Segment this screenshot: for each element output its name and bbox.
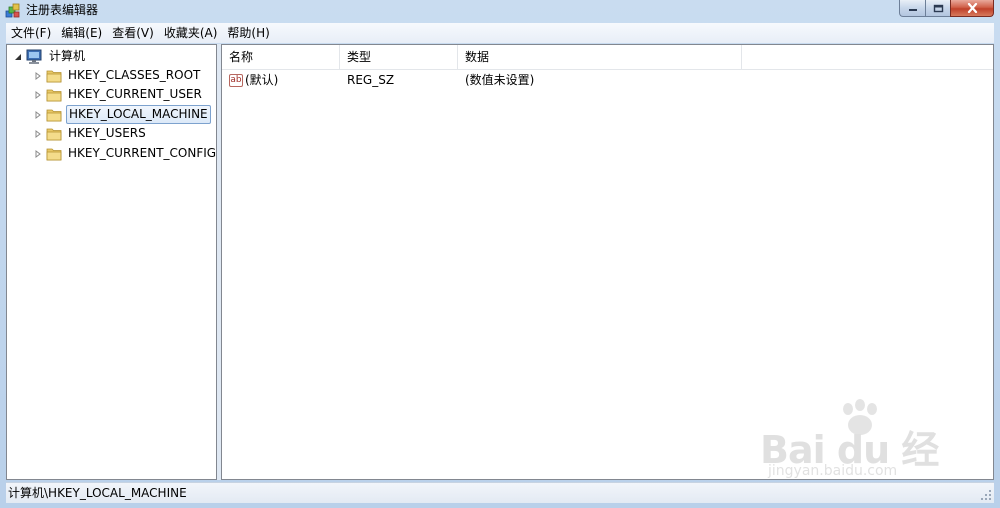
tree-item-hkey-current-user[interactable]: HKEY_CURRENT_USER (33, 85, 204, 104)
tree-item-label: HKEY_LOCAL_MACHINE (66, 105, 211, 124)
tree-root-label: 计算机 (49, 49, 86, 63)
menu-favorites[interactable]: 收藏夹(A) (159, 23, 223, 43)
tree-root[interactable]: 计算机 (13, 47, 87, 66)
folder-icon (46, 89, 62, 101)
string-value-icon: ab (229, 73, 243, 87)
tree-item-label: HKEY_CLASSES_ROOT (68, 68, 201, 82)
tree-item-hkey-local-machine[interactable]: HKEY_LOCAL_MACHINE (33, 105, 211, 124)
tree-item-label: HKEY_USERS (68, 126, 146, 140)
title-bar[interactable]: 注册表编辑器 (0, 0, 1000, 22)
tree-item-hkey-classes-root[interactable]: HKEY_CLASSES_ROOT (33, 66, 202, 85)
minimize-button[interactable] (899, 0, 925, 17)
expand-arrow-icon[interactable] (33, 149, 43, 159)
collapse-arrow-icon[interactable] (13, 52, 23, 62)
menu-bar: 文件(F) 编辑(E) 查看(V) 收藏夹(A) 帮助(H) (6, 23, 994, 43)
folder-icon (46, 70, 62, 82)
value-data: (数值未设置) (465, 73, 535, 87)
menu-edit[interactable]: 编辑(E) (56, 23, 107, 43)
baidu-watermark: Bai du 经验 jingyan.baidu.com (760, 399, 950, 479)
folder-icon (46, 148, 62, 160)
value-name-cell: ab (默认) (222, 71, 340, 89)
status-bar: 计算机\HKEY_LOCAL_MACHINE (6, 482, 994, 503)
value-row[interactable]: ab (默认) REG_SZ (数值未设置) (222, 71, 742, 89)
folder-icon (46, 128, 62, 140)
column-header-type[interactable]: 类型 (340, 45, 458, 69)
maximize-icon (933, 4, 943, 12)
value-type: REG_SZ (347, 73, 395, 87)
tree-item-label: HKEY_CURRENT_USER (68, 87, 202, 101)
expand-arrow-icon[interactable] (33, 90, 43, 100)
expand-arrow-icon[interactable] (33, 71, 43, 81)
close-button[interactable] (950, 0, 994, 17)
column-header-name[interactable]: 名称 (222, 45, 340, 69)
value-list-pane[interactable]: 名称 类型 数据 ab (默认) REG_SZ (数值未设置) Bai du 经… (221, 44, 994, 480)
tree-item-hkey-users[interactable]: HKEY_USERS (33, 124, 148, 143)
key-tree-pane[interactable]: 计算机 HKEY_CLASSES_ROOT HKEY_CURRENT_USER (6, 44, 217, 480)
tree-item-label: HKEY_CURRENT_CONFIG (68, 146, 217, 160)
expand-arrow-icon[interactable] (33, 129, 43, 139)
list-header: 名称 类型 数据 (222, 45, 993, 70)
value-name: (默认) (245, 73, 279, 87)
folder-icon (46, 109, 62, 121)
menu-view[interactable]: 查看(V) (107, 23, 159, 43)
minimize-icon (908, 9, 917, 11)
maximize-button[interactable] (925, 0, 950, 17)
caption-buttons (899, 0, 994, 18)
close-icon (967, 3, 977, 13)
resize-grip-icon[interactable] (980, 489, 992, 501)
menu-help[interactable]: 帮助(H) (222, 23, 274, 43)
column-header-data[interactable]: 数据 (458, 45, 742, 69)
status-path: 计算机\HKEY_LOCAL_MACHINE (8, 486, 187, 500)
computer-icon (26, 49, 42, 64)
expand-arrow-icon[interactable] (33, 110, 43, 120)
menu-file[interactable]: 文件(F) (6, 23, 56, 43)
registry-editor-window: 注册表编辑器 文件(F) 编辑(E) 查看(V) 收藏夹(A) 帮助(H) 计算… (0, 0, 1000, 508)
tree-item-hkey-current-config[interactable]: HKEY_CURRENT_CONFIG (33, 144, 217, 163)
window-title: 注册表编辑器 (26, 3, 99, 17)
watermark-sub-text: jingyan.baidu.com (768, 463, 898, 479)
registry-editor-icon (5, 3, 20, 18)
